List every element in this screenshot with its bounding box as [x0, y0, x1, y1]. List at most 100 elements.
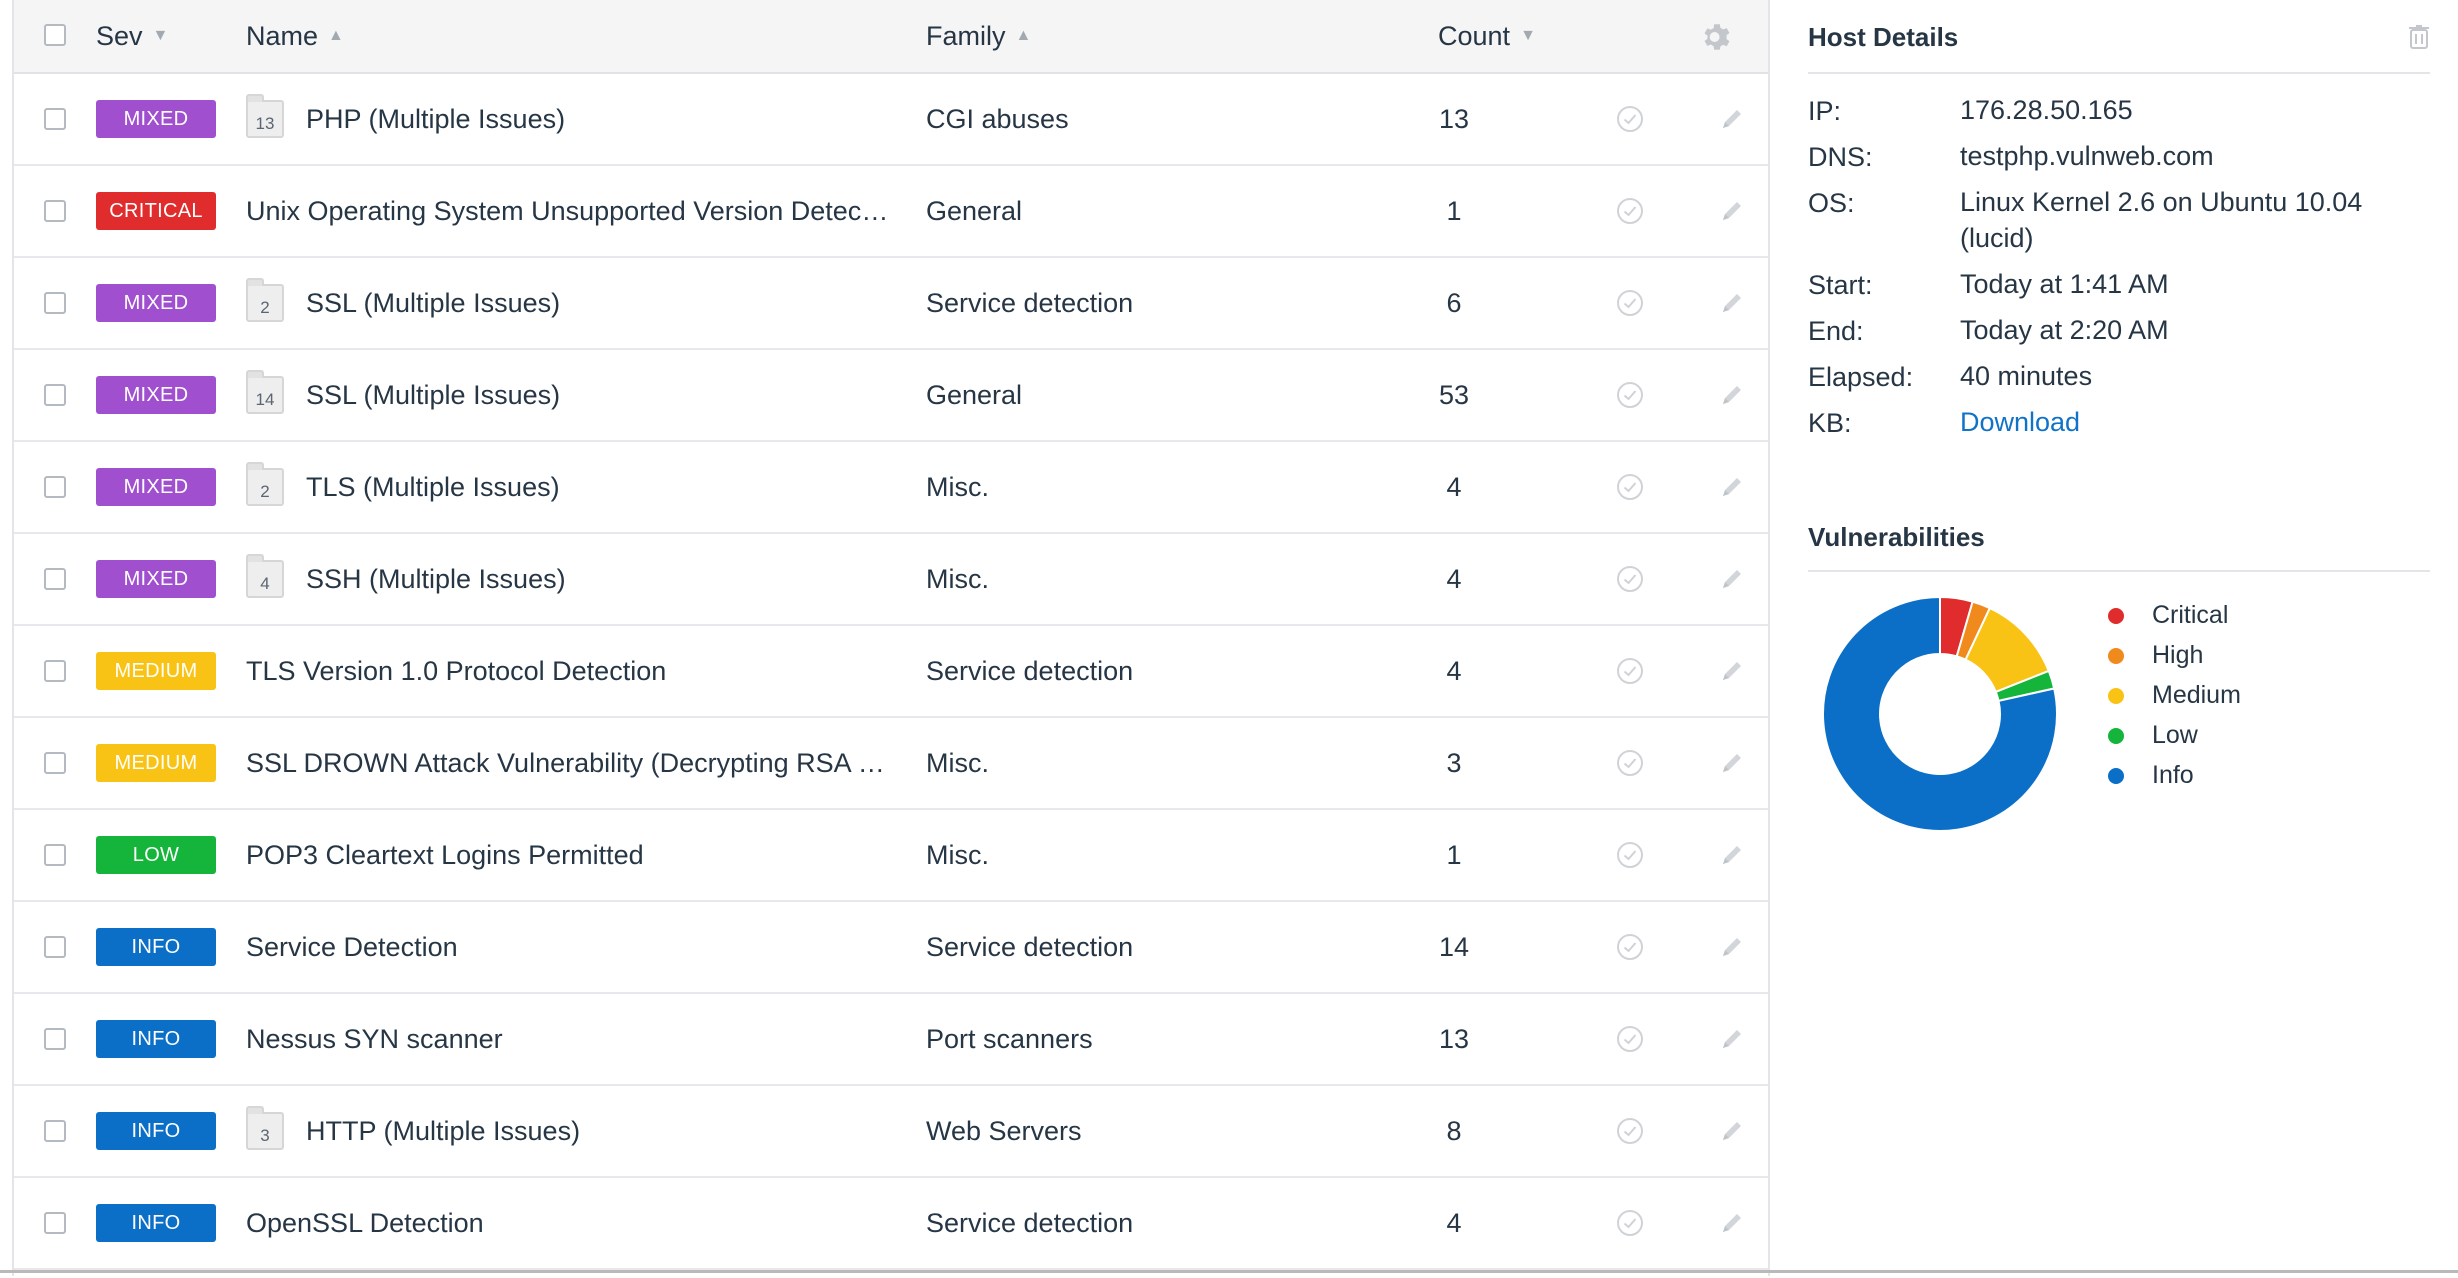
host-field-value: Today at 2:20 AM	[1960, 315, 2169, 345]
plugin-family: General	[926, 380, 1023, 410]
resolve-check-icon[interactable]	[1616, 565, 1644, 593]
edit-pencil-icon[interactable]	[1718, 381, 1746, 409]
row-checkbox[interactable]	[44, 752, 66, 774]
edit-pencil-icon[interactable]	[1718, 1209, 1746, 1237]
plugin-name[interactable]: SSL (Multiple Issues)	[306, 258, 894, 348]
table-row[interactable]: MIXED 14 SSL (Multiple Issues) General 53	[14, 350, 1768, 442]
plugin-name[interactable]: TLS Version 1.0 Protocol Detection	[246, 626, 894, 716]
plugin-name[interactable]: Service Detection	[246, 902, 894, 992]
legend-label: Low	[2152, 721, 2198, 749]
sev-header-label: Sev	[96, 21, 143, 51]
row-checkbox[interactable]	[44, 936, 66, 958]
host-field-value: Linux Kernel 2.6 on Ubuntu 10.04 (lucid)	[1960, 187, 2363, 253]
table-row[interactable]: MEDIUM SSL DROWN Attack Vulnerability (De…	[14, 718, 1768, 810]
edit-pencil-icon[interactable]	[1718, 841, 1746, 869]
plugin-name[interactable]: HTTP (Multiple Issues)	[306, 1086, 894, 1176]
table-row[interactable]: MIXED 2 TLS (Multiple Issues) Misc. 4	[14, 442, 1768, 534]
edit-pencil-icon[interactable]	[1718, 197, 1746, 225]
row-checkbox[interactable]	[44, 1212, 66, 1234]
plugin-name[interactable]: Nessus SYN scanner	[246, 994, 894, 1084]
table-row[interactable]: INFO Service Detection Service detection 14	[14, 902, 1768, 994]
plugin-name[interactable]: PHP (Multiple Issues)	[306, 74, 894, 164]
table-row[interactable]: MEDIUM TLS Version 1.0 Protocol Detection…	[14, 626, 1768, 718]
plugin-count: 1	[1446, 196, 1462, 226]
plugin-name[interactable]: POP3 Cleartext Logins Permitted	[246, 810, 894, 900]
resolve-check-icon[interactable]	[1616, 933, 1644, 961]
row-checkbox[interactable]	[44, 568, 66, 590]
row-checkbox[interactable]	[44, 1120, 66, 1142]
resolve-check-icon[interactable]	[1616, 1209, 1644, 1237]
resolve-check-icon[interactable]	[1616, 473, 1644, 501]
plugin-count: 1	[1446, 840, 1462, 870]
legend-dot	[2108, 768, 2124, 784]
plugin-name[interactable]: SSL (Multiple Issues)	[306, 350, 894, 440]
plugin-name[interactable]: TLS (Multiple Issues)	[306, 442, 894, 532]
host-field-label: Elapsed:	[1808, 362, 1914, 392]
horizontal-scrollbar[interactable]	[0, 1270, 2458, 1273]
table-row[interactable]: INFO Nessus SYN scanner Port scanners 13	[14, 994, 1768, 1086]
plugin-family: Service detection	[926, 1208, 1134, 1238]
edit-pencil-icon[interactable]	[1718, 1025, 1746, 1053]
legend-label: High	[2152, 641, 2204, 669]
plugin-family: Service detection	[926, 288, 1134, 318]
table-row[interactable]: CRITICAL Unix Operating System Unsupporte…	[14, 166, 1768, 258]
row-checkbox[interactable]	[44, 108, 66, 130]
plugin-count: 8	[1446, 1116, 1462, 1146]
legend-dot	[2108, 648, 2124, 664]
edit-pencil-icon[interactable]	[1718, 105, 1746, 133]
group-count: 3	[260, 1126, 270, 1145]
row-checkbox[interactable]	[44, 844, 66, 866]
plugin-name[interactable]: OpenSSL Detection	[246, 1178, 894, 1268]
plugin-count: 13	[1438, 1024, 1470, 1054]
row-checkbox[interactable]	[44, 200, 66, 222]
trash-icon[interactable]	[2408, 24, 2430, 50]
resolve-check-icon[interactable]	[1616, 105, 1644, 133]
row-checkbox[interactable]	[44, 292, 66, 314]
sev-column-header[interactable]: Sev ▼	[96, 0, 168, 72]
sort-desc-icon: ▼	[152, 26, 169, 44]
table-row[interactable]: MIXED 4 SSH (Multiple Issues) Misc. 4	[14, 534, 1768, 626]
kb-download-link[interactable]: Download	[1960, 404, 2400, 440]
edit-pencil-icon[interactable]	[1718, 473, 1746, 501]
name-column-header[interactable]: Name ▲	[246, 0, 344, 72]
resolve-check-icon[interactable]	[1616, 381, 1644, 409]
row-checkbox[interactable]	[44, 660, 66, 682]
edit-pencil-icon[interactable]	[1718, 289, 1746, 317]
severity-badge: MIXED	[96, 468, 216, 506]
resolve-check-icon[interactable]	[1616, 289, 1644, 317]
count-column-header[interactable]: Count ▼	[1438, 0, 1536, 72]
sort-asc-icon: ▲	[328, 26, 344, 44]
resolve-check-icon[interactable]	[1616, 1025, 1644, 1053]
row-checkbox[interactable]	[44, 384, 66, 406]
folder-icon: 2	[246, 278, 284, 322]
legend-dot	[2108, 688, 2124, 704]
table-row[interactable]: MIXED 2 SSL (Multiple Issues) Service detec…	[14, 258, 1768, 350]
edit-pencil-icon[interactable]	[1718, 933, 1746, 961]
host-field-value: Today at 1:41 AM	[1960, 269, 2169, 299]
plugin-name[interactable]: SSL DROWN Attack Vulnerability (Decrypti…	[246, 718, 894, 808]
table-row[interactable]: LOW POP3 Cleartext Logins Permitted Misc. 1	[14, 810, 1768, 902]
edit-pencil-icon[interactable]	[1718, 749, 1746, 777]
edit-pencil-icon[interactable]	[1718, 1117, 1746, 1145]
plugin-count: 6	[1446, 288, 1462, 318]
family-column-header[interactable]: Family ▲	[926, 0, 1031, 72]
resolve-check-icon[interactable]	[1616, 1117, 1644, 1145]
plugin-name[interactable]: Unix Operating System Unsupported Versio…	[246, 166, 894, 256]
edit-pencil-icon[interactable]	[1718, 565, 1746, 593]
sort-asc-icon: ▲	[1015, 26, 1032, 44]
edit-pencil-icon[interactable]	[1718, 657, 1746, 685]
resolve-check-icon[interactable]	[1616, 197, 1644, 225]
resolve-check-icon[interactable]	[1616, 841, 1644, 869]
gear-icon[interactable]	[1700, 20, 1734, 54]
select-all-checkbox[interactable]	[44, 24, 66, 46]
row-checkbox[interactable]	[44, 476, 66, 498]
resolve-check-icon[interactable]	[1616, 749, 1644, 777]
plugin-count: 53	[1438, 380, 1470, 410]
table-row[interactable]: INFO 3 HTTP (Multiple Issues) Web Servers 8	[14, 1086, 1768, 1178]
table-row[interactable]: INFO OpenSSL Detection Service detection 4	[14, 1178, 1768, 1270]
table-row[interactable]: MIXED 13 PHP (Multiple Issues) CGI abuses 13	[14, 74, 1768, 166]
folder-icon: 3	[246, 1106, 284, 1150]
plugin-name[interactable]: SSH (Multiple Issues)	[306, 534, 894, 624]
resolve-check-icon[interactable]	[1616, 657, 1644, 685]
row-checkbox[interactable]	[44, 1028, 66, 1050]
